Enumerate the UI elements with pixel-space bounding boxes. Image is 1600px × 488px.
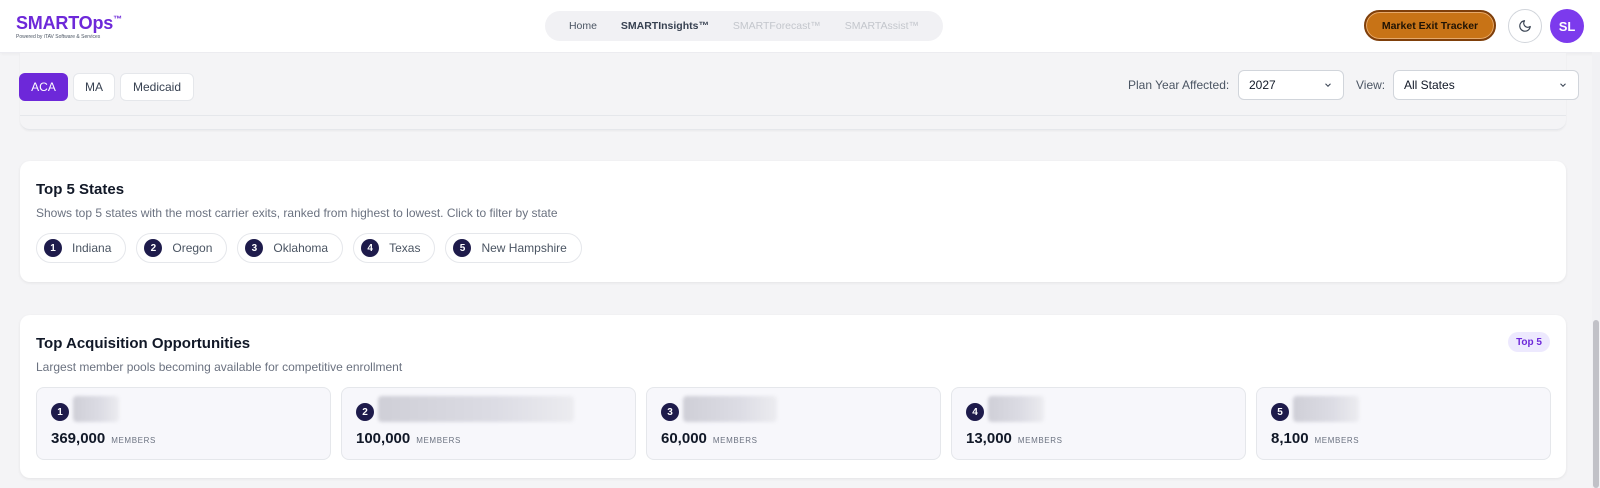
member-count: 13,000 [966, 430, 1012, 447]
state-name: Indiana [72, 241, 112, 255]
top-5-badge: Top 5 [1508, 332, 1550, 352]
chevron-down-icon [1560, 83, 1566, 87]
rank-badge: 5 [1271, 403, 1289, 421]
user-avatar[interactable]: SL [1550, 9, 1584, 43]
member-count: 8,100 [1271, 430, 1309, 447]
state-pill-oregon[interactable]: 2 Oregon [136, 233, 228, 263]
rank-badge: 5 [453, 239, 472, 257]
opportunity-value: 13,000 MEMBERS [966, 430, 1063, 447]
top-states-title: Top 5 States [36, 181, 125, 198]
main-nav: Home SMARTInsights™ SMARTForecast™ SMART… [545, 11, 943, 41]
rank-badge: 4 [361, 239, 380, 257]
segment-ma-button[interactable]: MA [73, 73, 115, 101]
nav-home[interactable]: Home [569, 20, 597, 32]
member-unit: MEMBERS [416, 436, 461, 445]
member-unit: MEMBERS [1314, 436, 1360, 445]
theme-toggle-button[interactable] [1508, 9, 1542, 43]
filter-divider [20, 115, 1566, 116]
scrollbar-thumb[interactable] [1593, 320, 1599, 488]
view-value: All States [1404, 78, 1455, 92]
rank-badge: 3 [661, 403, 679, 421]
page-scrollbar[interactable] [1592, 52, 1600, 488]
redacted-carrier-name [1293, 396, 1359, 422]
top-states-list: 1 Indiana 2 Oregon 3 Oklahoma 4 Texas 5 … [36, 233, 582, 263]
view-select[interactable]: All States [1393, 70, 1579, 100]
market-exit-tracker-button[interactable]: Market Exit Tracker [1364, 10, 1496, 41]
plan-year-value: 2027 [1249, 78, 1276, 92]
rank-badge: 2 [356, 403, 374, 421]
rank-badge: 1 [44, 239, 62, 257]
opportunity-value: 369,000 MEMBERS [51, 430, 156, 447]
member-unit: MEMBERS [712, 436, 758, 445]
redacted-carrier-name [378, 396, 574, 422]
rank-badge: 1 [51, 403, 69, 421]
state-name: Oklahoma [273, 241, 329, 255]
filter-panel: ACA MA Medicaid Plan Year Affected: 2027… [19, 53, 1579, 130]
acquisition-title: Top Acquisition Opportunities [36, 335, 251, 352]
nav-smartinsights[interactable]: SMARTInsights™ [621, 20, 709, 32]
top-states-subtitle: Shows top 5 states with the most carrier… [36, 206, 558, 220]
member-unit: MEMBERS [1017, 436, 1063, 445]
opportunity-value: 100,000 MEMBERS [356, 430, 461, 447]
state-pill-oklahoma[interactable]: 3 Oklahoma [237, 233, 344, 263]
opportunity-card[interactable]: 2 100,000 MEMBERS [341, 387, 636, 460]
member-count: 100,000 [356, 430, 411, 447]
redacted-carrier-name [988, 396, 1044, 422]
redacted-carrier-name [73, 396, 119, 422]
state-name: Texas [389, 241, 421, 255]
logo-tagline: Powered by iTAV Software & Services [16, 34, 101, 40]
opportunity-card[interactable]: 3 60,000 MEMBERS [646, 387, 941, 460]
plan-year-select[interactable]: 2027 [1238, 70, 1344, 100]
nav-smartforecast[interactable]: SMARTForecast™ [733, 20, 821, 32]
logo-text: SMARTOps™ [16, 13, 122, 33]
top-states-card: Top 5 States Shows top 5 states with the… [20, 161, 1566, 282]
top-navigation-bar: SMARTOps™ Powered by iTAV Software & Ser… [0, 0, 1600, 53]
state-name: New Hampshire [481, 241, 567, 255]
state-pill-texas[interactable]: 4 Texas [353, 233, 436, 263]
opportunity-card[interactable]: 1 369,000 MEMBERS [36, 387, 331, 460]
state-pill-indiana[interactable]: 1 Indiana [36, 233, 127, 263]
member-count: 369,000 [51, 430, 106, 447]
state-pill-new-hampshire[interactable]: 5 New Hampshire [445, 233, 582, 263]
acquisition-card: Top Acquisition Opportunities Top 5 Larg… [20, 315, 1566, 478]
redacted-carrier-name [683, 396, 777, 422]
rank-badge: 4 [966, 403, 984, 421]
moon-icon [1519, 20, 1531, 32]
member-count: 60,000 [661, 430, 707, 447]
filter-bar: ACA MA Medicaid Plan Year Affected: 2027… [0, 53, 1592, 131]
logo[interactable]: SMARTOps™ Powered by iTAV Software & Ser… [16, 10, 122, 40]
rank-badge: 3 [245, 239, 264, 257]
nav-smartassist[interactable]: SMARTAssist™ [845, 20, 919, 32]
state-name: Oregon [172, 241, 213, 255]
rank-badge: 2 [144, 239, 163, 257]
member-unit: MEMBERS [111, 436, 156, 445]
opportunity-value: 60,000 MEMBERS [661, 430, 758, 447]
acquisition-subtitle: Largest member pools becoming available … [36, 360, 403, 374]
opportunity-card[interactable]: 5 8,100 MEMBERS [1256, 387, 1551, 460]
opportunity-card[interactable]: 4 13,000 MEMBERS [951, 387, 1246, 460]
opportunity-value: 8,100 MEMBERS [1271, 430, 1359, 447]
segment-aca-button[interactable]: ACA [19, 73, 68, 101]
segment-medicaid-button[interactable]: Medicaid [120, 73, 194, 101]
acquisition-list: 1 369,000 MEMBERS 2 100,000 MEMBERS 3 60… [36, 387, 1551, 460]
view-label: View: [1356, 78, 1386, 92]
chevron-down-icon [1325, 83, 1331, 87]
plan-year-label: Plan Year Affected: [1128, 78, 1230, 92]
